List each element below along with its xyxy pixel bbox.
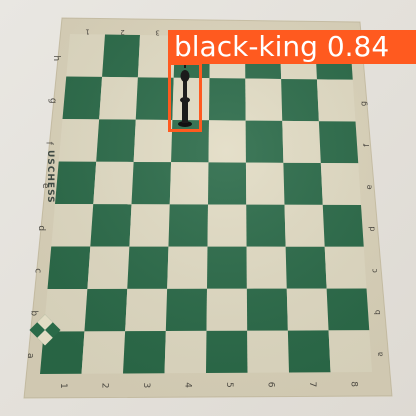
brand-label: USCHESS [45, 150, 55, 204]
rank-label-top: 3 [155, 28, 159, 36]
file-label-right: c [370, 268, 379, 272]
file-label-right: f [362, 144, 371, 147]
detection-class: black-king [174, 30, 318, 63]
rank-label: 5 [224, 382, 234, 388]
file-label-right: e [365, 185, 374, 190]
board-shading [24, 18, 392, 398]
file-label: b [29, 310, 39, 316]
rank-label: 2 [99, 383, 109, 389]
file-label: c [32, 268, 42, 273]
file-label: h [51, 55, 61, 61]
rank-label: 4 [182, 382, 192, 388]
file-label-right: g [359, 101, 368, 106]
rank-label: 3 [141, 383, 151, 389]
file-label: d [36, 225, 46, 231]
detection-label: black-king 0.84 [168, 30, 416, 64]
rank-label-top: 2 [120, 28, 124, 36]
detection-score: 0.84 [326, 30, 390, 63]
file-label-right: b [373, 310, 382, 315]
rank-label: 6 [265, 382, 275, 388]
rank-label-top: 1 [85, 27, 89, 35]
rank-label: 1 [58, 383, 68, 389]
file-label: g [47, 98, 57, 104]
detection-bounding-box [168, 62, 202, 132]
file-label-right: a [376, 352, 385, 357]
file-label-right: d [367, 226, 376, 231]
file-label: a [25, 353, 35, 359]
rank-label: 8 [348, 381, 358, 387]
rank-label: 7 [307, 382, 317, 388]
